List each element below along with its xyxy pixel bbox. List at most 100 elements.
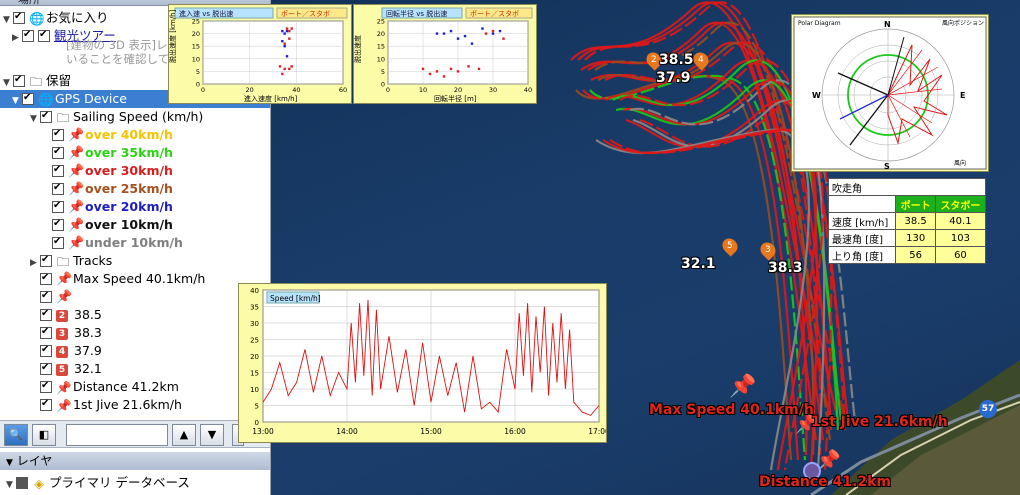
checkbox-tour[interactable] xyxy=(22,26,34,44)
layers-header[interactable]: ▼ レイヤ xyxy=(0,452,270,470)
pushpin-icon: 📌 xyxy=(68,181,85,197)
checkbox-numbered[interactable] xyxy=(40,323,52,341)
yellow-pushpin-icon[interactable]: 📌 xyxy=(729,374,756,399)
tree-item-numbered[interactable]: 238.5 xyxy=(40,305,102,324)
checkbox-distance[interactable] xyxy=(40,377,52,395)
stats-starboard-value: 103 xyxy=(934,229,987,247)
checkbox-speed[interactable] xyxy=(52,179,64,197)
chart2-point xyxy=(456,70,460,73)
chart2-ylabel: 脱出速度 xyxy=(354,35,362,63)
chart2-point xyxy=(435,32,439,35)
tree-item-saved[interactable]: ▼🗀保留 xyxy=(3,71,71,90)
chart2-point xyxy=(502,37,505,40)
chart1-xtick: 20 xyxy=(246,86,254,94)
checkbox-unnamed[interactable] xyxy=(40,287,52,305)
chart1-point xyxy=(288,37,291,40)
chart1-xtick: 60 xyxy=(339,86,347,94)
tree-item-favorites[interactable]: ▼🌐お気に入り xyxy=(3,8,109,27)
pushpin-icon: 📌 xyxy=(68,163,85,179)
checkbox-tour-sub[interactable] xyxy=(38,26,50,44)
stats-row-label: 速度 [km/h] xyxy=(827,212,897,230)
table-row: 速度 [km/h] 38.5 40.1 xyxy=(827,212,987,230)
speed-label: under 10km/h xyxy=(85,235,183,250)
tree-item-primary-db[interactable]: ▼ ◈ プライマリ データベース xyxy=(6,474,190,492)
checkbox-sailing-speed[interactable] xyxy=(40,107,52,125)
chart3-ytick: 40 xyxy=(250,287,259,295)
polar-west-label: W xyxy=(812,91,821,100)
chart1-ytick: 15 xyxy=(192,43,200,51)
chart1-point xyxy=(278,65,282,68)
chart3-ytick: 25 xyxy=(250,337,259,345)
chart1-ytick: 5 xyxy=(196,68,200,76)
checkbox-primary-db[interactable] xyxy=(16,476,28,489)
collapse-arrow-icon[interactable]: ▼ xyxy=(12,92,22,110)
tree-item-max-speed[interactable]: 📌Max Speed 40.1km/h xyxy=(40,269,205,288)
polar-north-label: N xyxy=(884,20,891,29)
checkbox-saved[interactable] xyxy=(13,71,25,89)
checkbox-speed[interactable] xyxy=(52,233,64,251)
checkbox-first-jive[interactable] xyxy=(40,395,52,413)
speed-item[interactable]: 📌over 30km/h xyxy=(52,161,173,180)
tree-item-tracks[interactable]: ▶ 🗀Tracks xyxy=(30,251,112,272)
chart2-ytick: 25 xyxy=(377,18,385,26)
chart1-point xyxy=(283,32,286,35)
tree-item-unnamed-pin[interactable]: 📌 xyxy=(40,287,73,306)
checkbox-numbered[interactable] xyxy=(40,305,52,323)
chart2-xtick: 10 xyxy=(419,86,427,94)
max-speed-map-label: Max Speed 40.1km/h xyxy=(649,402,814,418)
chart1-point xyxy=(281,39,284,43)
tree-item-first-jive[interactable]: 📌1st Jive 21.6km/h xyxy=(40,395,182,414)
checkbox-favorites[interactable] xyxy=(13,8,25,26)
search-icon[interactable]: 🔍 xyxy=(4,424,28,446)
speed-item[interactable]: 📌under 10km/h xyxy=(52,233,183,252)
checkbox-max-speed[interactable] xyxy=(40,269,52,287)
speed-item[interactable]: 📌over 20km/h xyxy=(52,197,173,216)
checkbox-numbered[interactable] xyxy=(40,359,52,377)
speed-item[interactable]: 📌over 25km/h xyxy=(52,179,173,198)
tree-item-numbered[interactable]: 338.3 xyxy=(40,323,102,342)
numbered-label: 38.5 xyxy=(74,307,102,322)
expand-arrow-icon[interactable]: ▶ xyxy=(12,29,22,47)
tree-item-numbered[interactable]: 437.9 xyxy=(40,341,102,360)
tree-item-numbered[interactable]: 532.1 xyxy=(40,359,102,378)
collapse-arrow-icon[interactable]: ▼ xyxy=(30,110,40,128)
panel-toggle-icon[interactable]: ◧ xyxy=(32,424,56,446)
polar-south-label: S xyxy=(884,162,890,171)
chart1-point xyxy=(281,29,284,33)
speed-item[interactable]: 📌over 10km/h xyxy=(52,215,173,234)
places-search-input[interactable] xyxy=(66,424,168,446)
checkbox-speed[interactable] xyxy=(52,143,64,161)
collapse-arrow-icon[interactable]: ▼ xyxy=(6,458,13,468)
checkbox-numbered[interactable] xyxy=(40,341,52,359)
pushpin-icon: 📌 xyxy=(68,145,85,161)
checkbox-gps[interactable] xyxy=(22,89,34,107)
checkbox-speed[interactable] xyxy=(52,161,64,179)
pushpin-icon: 📌 xyxy=(56,271,73,287)
chart1-point xyxy=(281,72,284,76)
pin-number: 5 xyxy=(727,241,733,252)
polar-svg: Polar Diagram 風向ポジション N S W E 風向 xyxy=(793,16,987,171)
collapse-arrow-icon[interactable]: ▼ xyxy=(6,476,16,494)
move-down-button[interactable]: ▼ xyxy=(200,424,224,446)
move-up-button[interactable]: ▲ xyxy=(172,424,196,446)
road-sign-icon: 57 xyxy=(979,400,997,418)
tree-item-distance[interactable]: 📌Distance 41.2km xyxy=(40,377,179,396)
checkbox-tracks[interactable] xyxy=(40,251,52,269)
pushpin-icon: 📌 xyxy=(56,289,73,305)
chart2-point xyxy=(428,72,432,76)
checkbox-speed[interactable] xyxy=(52,125,64,143)
expand-arrow-icon[interactable]: ▶ xyxy=(30,254,40,272)
chart1-point xyxy=(285,29,289,33)
speed-item[interactable]: 📌over 40km/h xyxy=(52,125,173,144)
green-pushpin-icon: 📌 xyxy=(56,379,72,395)
chart3-ytick: 35 xyxy=(250,304,259,312)
checkbox-speed[interactable] xyxy=(52,197,64,215)
checkbox-speed[interactable] xyxy=(52,215,64,233)
number-badge-icon: 2 xyxy=(56,309,68,322)
tree-item-sailing-speed[interactable]: ▼🗀Sailing Speed (km/h) xyxy=(30,107,203,128)
chart2-ytick: 20 xyxy=(377,30,385,38)
speed-label: over 20km/h xyxy=(85,199,173,214)
speed-item[interactable]: 📌over 35km/h xyxy=(52,143,173,162)
pushpin-icon: 📌 xyxy=(68,127,85,143)
chart2-title: 回転半径 vs 脱出速 xyxy=(386,9,447,18)
